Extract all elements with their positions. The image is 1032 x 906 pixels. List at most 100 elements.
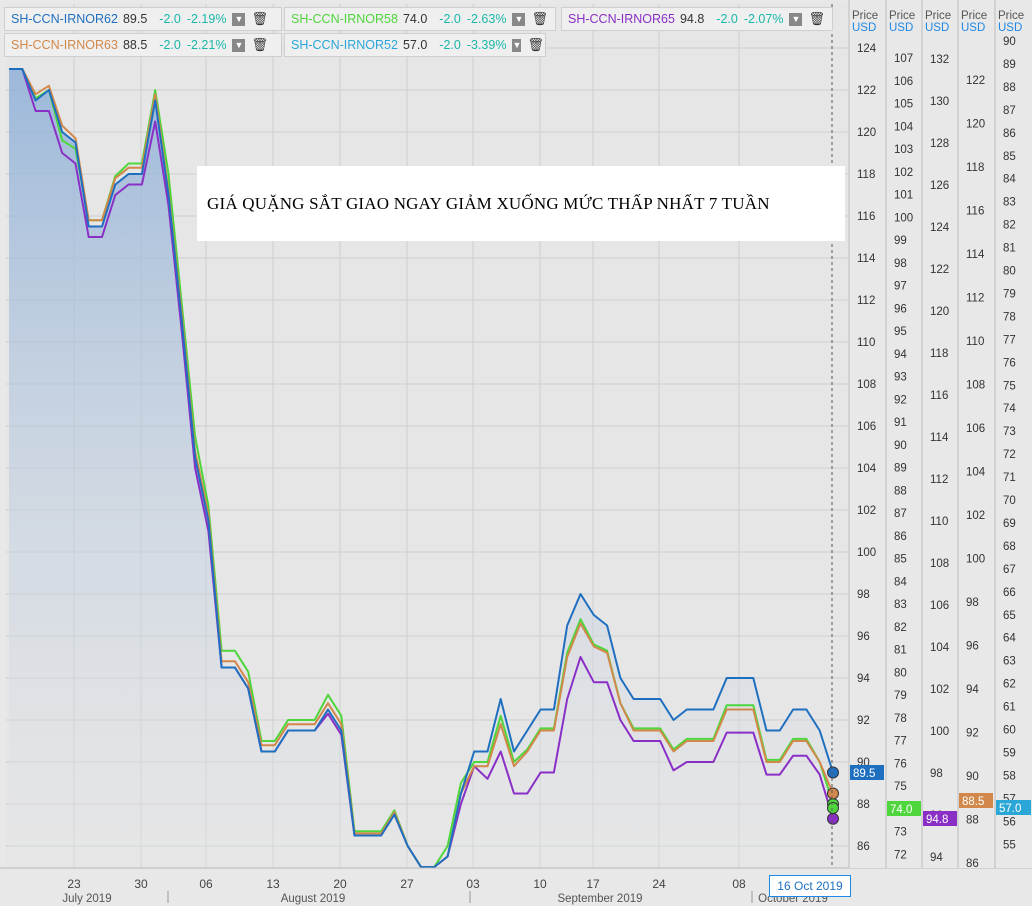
legend-pct: -2.21% <box>186 38 227 52</box>
price-tick-label: 62 <box>1003 679 1016 691</box>
price-tick-label: 100 <box>894 212 913 224</box>
price-tick-label: 64 <box>1003 633 1016 645</box>
price-tick-label: 59 <box>1003 747 1016 759</box>
price-tick-label: 101 <box>894 190 913 202</box>
price-tick-label: 95 <box>894 326 907 338</box>
price-tick-label: 83 <box>894 599 907 611</box>
legend-change: -2.0 <box>439 12 461 26</box>
legend-pct: -2.07% <box>743 12 784 26</box>
price-tick-label: 88 <box>857 799 870 811</box>
price-tick-label: 104 <box>966 467 986 479</box>
chevron-down-icon[interactable]: ▼ <box>512 12 526 26</box>
last-value-label: 89.5 <box>853 768 875 780</box>
legend-value: 74.0 <box>402 12 428 26</box>
price-tick-label: 89 <box>1003 59 1016 71</box>
price-tick-label: 104 <box>894 121 914 133</box>
chevron-down-icon[interactable]: ▼ <box>232 38 246 52</box>
price-tick-label: 86 <box>966 858 979 870</box>
x-month-label: July 2019 <box>62 893 111 905</box>
price-tick-label: 108 <box>966 380 985 392</box>
price-tick-label: 80 <box>1003 266 1016 278</box>
x-month-label: August 2019 <box>281 893 346 905</box>
price-tick-label: 81 <box>1003 243 1016 255</box>
price-tick-label: 84 <box>894 576 907 588</box>
x-tick-label: 13 <box>266 877 280 891</box>
trash-icon[interactable]: 🗑 <box>251 37 268 53</box>
x-tick-label: 30 <box>134 877 148 891</box>
last-value-label: 74.0 <box>890 804 912 816</box>
price-tick-label: 73 <box>1003 426 1016 438</box>
chart-title-box: GIÁ QUẶNG SẮT GIAO NGAY GIẢM XUỐNG MỨC T… <box>197 166 845 241</box>
legend-item-irnor52[interactable]: SH-CCN-IRNOR52 57.0 -2.0 -3.39% ▼ 🗑 <box>284 33 546 57</box>
price-tick-label: 72 <box>1003 449 1016 461</box>
series-endpoint <box>827 802 839 814</box>
price-tick-label: 55 <box>1003 839 1016 851</box>
price-tick-label: 79 <box>1003 288 1016 300</box>
legend-item-irnor65[interactable]: SH-CCN-IRNOR65 94.8 -2.0 -2.07% ▼ 🗑 <box>561 7 833 31</box>
legend-item-irnor62[interactable]: SH-CCN-IRNOR62 89.5 -2.0 -2.19% ▼ 🗑 <box>4 7 282 31</box>
legend-change: -2.0 <box>159 38 181 52</box>
price-tick-label: 92 <box>857 715 870 727</box>
price-tick-label: 126 <box>930 180 949 192</box>
price-tick-label: 78 <box>1003 311 1016 323</box>
price-tick-label: 82 <box>894 622 907 634</box>
chevron-down-icon[interactable]: ▼ <box>789 12 803 26</box>
price-tick-label: 100 <box>930 726 949 738</box>
price-tick-label: 106 <box>894 76 913 88</box>
price-tick-label: 60 <box>1003 725 1016 737</box>
price-tick-label: 102 <box>894 167 913 179</box>
legend-value: 57.0 <box>402 38 428 52</box>
price-tick-label: 98 <box>894 258 907 270</box>
price-axis-header: Price <box>961 10 987 22</box>
last-value-label: 57.0 <box>999 803 1021 815</box>
price-tick-label: 102 <box>930 684 949 696</box>
price-tick-label: 97 <box>894 281 907 293</box>
trash-icon[interactable]: 🗑 <box>808 11 825 27</box>
last-value-label: 94.8 <box>926 814 948 826</box>
series-endpoint <box>827 766 839 779</box>
price-tick-label: 91 <box>894 417 907 429</box>
price-tick-label: 106 <box>930 600 949 612</box>
price-tick-label: 85 <box>1003 151 1016 163</box>
trash-icon[interactable]: 🗑 <box>531 11 548 27</box>
chevron-down-icon[interactable]: ▼ <box>512 38 522 52</box>
trash-icon[interactable]: 🗑 <box>251 11 268 27</box>
chart-svg: 23 30 06 13 20 27 03 10 17 24 08 July 2019 August 20… <box>0 0 1032 906</box>
price-tick-label: 110 <box>966 336 984 348</box>
x-tick-label: 24 <box>652 877 666 891</box>
price-tick-label: 104 <box>857 463 877 475</box>
legend-item-irnor63[interactable]: SH-CCN-IRNOR63 88.5 -2.0 -2.21% ▼ 🗑 <box>4 33 282 57</box>
chevron-down-icon[interactable]: ▼ <box>232 12 246 26</box>
price-tick-label: 96 <box>857 631 870 643</box>
price-tick-label: 104 <box>930 642 950 654</box>
price-tick-label: 112 <box>857 295 875 307</box>
series-endpoint <box>827 787 839 800</box>
trash-icon[interactable]: 🗑 <box>527 37 544 53</box>
price-tick-label: 83 <box>1003 197 1016 209</box>
legend-change: -2.0 <box>439 38 461 52</box>
price-tick-label: 87 <box>894 508 907 520</box>
price-tick-label: 88 <box>894 485 907 497</box>
price-tick-label: 67 <box>1003 564 1016 576</box>
price-tick-label: 105 <box>894 99 913 111</box>
price-axis-currency: USD <box>961 22 985 34</box>
price-tick-label: 78 <box>894 713 907 725</box>
price-tick-label: 100 <box>857 547 876 559</box>
x-tick-label: 08 <box>732 877 746 891</box>
price-tick-label: 108 <box>930 558 949 570</box>
price-tick-label: 96 <box>894 303 907 315</box>
price-tick-label: 72 <box>894 849 907 861</box>
price-tick-label: 69 <box>1003 518 1016 530</box>
price-tick-label: 63 <box>1003 656 1016 668</box>
legend-change: -2.0 <box>716 12 738 26</box>
legend-pct: -2.19% <box>186 12 227 26</box>
price-tick-label: 122 <box>930 264 949 276</box>
price-tick-label: 108 <box>857 379 876 391</box>
legend-item-irnor58[interactable]: SH-CCN-IRNOR58 74.0 -2.0 -2.63% ▼ 🗑 <box>284 7 556 31</box>
price-tick-label: 84 <box>1003 174 1016 186</box>
price-tick-label: 118 <box>966 162 984 174</box>
price-tick-label: 86 <box>857 841 870 853</box>
price-tick-label: 102 <box>966 510 985 522</box>
x-month-label: September 2019 <box>557 893 642 905</box>
chart-title: GIÁ QUẶNG SẮT GIAO NGAY GIẢM XUỐNG MỨC T… <box>207 194 770 213</box>
